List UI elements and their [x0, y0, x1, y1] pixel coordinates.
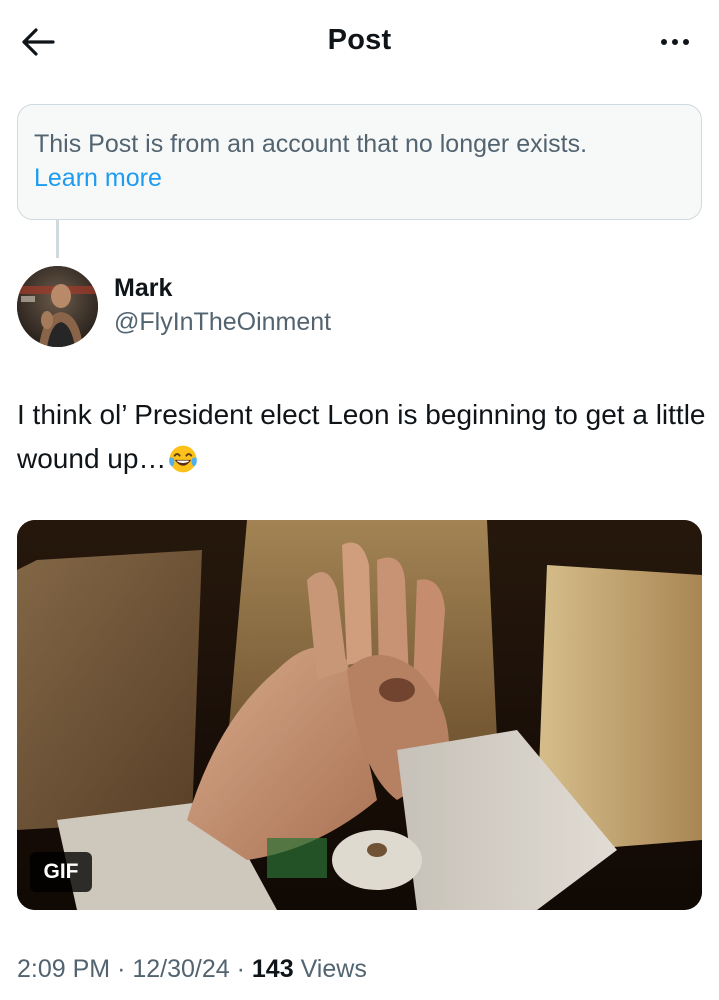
views-label: Views [300, 955, 367, 983]
thread-connector-line [56, 220, 59, 258]
post-meta: 2:09 PM · 12/30/24 · 143 Views [17, 955, 367, 984]
gif-badge: GIF [30, 852, 92, 892]
learn-more-link[interactable]: Learn more [34, 161, 162, 195]
top-bar: Post [0, 0, 719, 84]
post-date[interactable]: 12/30/24 [132, 955, 229, 983]
deleted-account-notice: This Post is from an account that no lon… [17, 104, 702, 220]
gif-media[interactable] [17, 520, 702, 910]
post-time[interactable]: 2:09 PM [17, 955, 110, 983]
notice-text: This Post is from an account that no lon… [34, 130, 588, 158]
author-handle[interactable]: @FlyInTheOinment [114, 308, 331, 337]
avatar[interactable] [17, 266, 98, 347]
gif-thumbnail-image [17, 520, 702, 910]
more-button[interactable] [653, 26, 697, 58]
author-name[interactable]: Mark [114, 274, 172, 303]
meta-separator: · [236, 955, 245, 983]
more-horizontal-icon [661, 39, 667, 45]
meta-separator: · [117, 955, 126, 983]
views-count: 143 [251, 955, 294, 983]
post-text-content: I think ol’ President elect Leon is begi… [17, 399, 706, 474]
page-title: Post [327, 24, 392, 56]
face-with-tears-of-joy-icon [169, 445, 198, 473]
post-text: I think ol’ President elect Leon is begi… [17, 393, 707, 481]
